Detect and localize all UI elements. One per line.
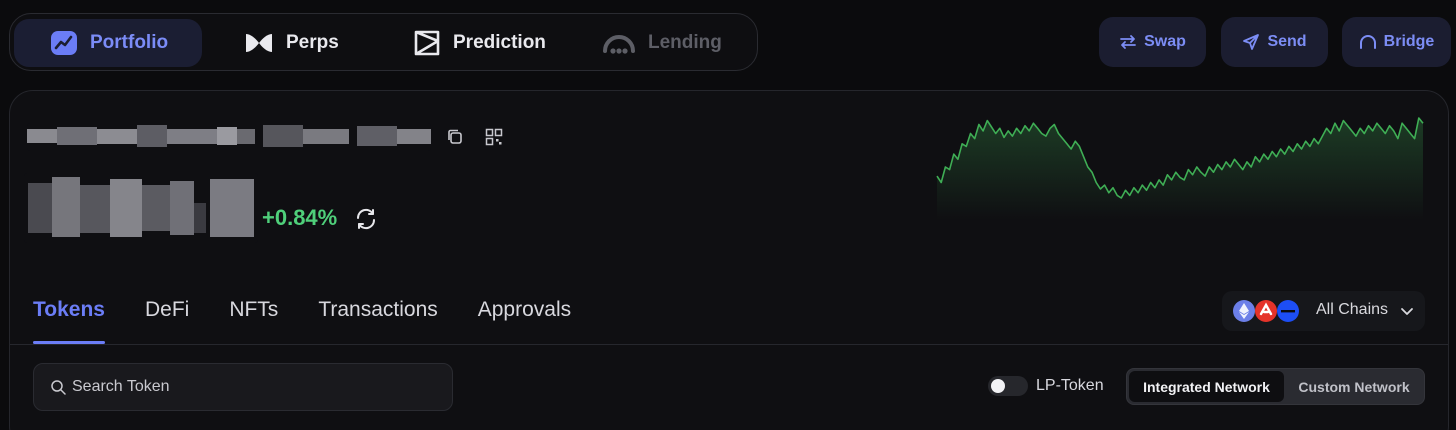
swap-label: Swap bbox=[1144, 33, 1186, 50]
nav-prediction-label: Prediction bbox=[453, 32, 546, 53]
bridge-button[interactable]: Bridge bbox=[1342, 17, 1451, 67]
red-chain-icon bbox=[1255, 300, 1277, 322]
nav-perps[interactable]: Perps bbox=[244, 19, 339, 67]
tab-transactions[interactable]: Transactions bbox=[318, 298, 437, 344]
search-bar[interactable] bbox=[33, 363, 453, 411]
nav-perps-label: Perps bbox=[286, 32, 339, 53]
search-input[interactable] bbox=[72, 378, 432, 396]
ethereum-icon bbox=[1233, 300, 1255, 322]
refresh-icon[interactable] bbox=[354, 207, 378, 231]
chain-selector[interactable]: All Chains bbox=[1222, 291, 1425, 331]
balance-redacted bbox=[24, 173, 258, 243]
butterfly-logo-icon bbox=[246, 34, 272, 52]
chevron-down-icon bbox=[1401, 308, 1413, 315]
tab-tokens[interactable]: Tokens bbox=[33, 298, 105, 344]
nav-lending-label: Lending bbox=[648, 32, 722, 53]
bridge-icon bbox=[1359, 35, 1376, 49]
wallet-address-redacted bbox=[27, 123, 431, 151]
nav-prediction[interactable]: Prediction bbox=[413, 19, 546, 67]
tabs-divider bbox=[10, 344, 1448, 345]
nav-portfolio[interactable]: Portfolio bbox=[14, 19, 202, 67]
swap-button[interactable]: Swap bbox=[1099, 17, 1206, 67]
nav-lending[interactable]: Lending bbox=[602, 19, 722, 67]
tab-approvals[interactable]: Approvals bbox=[478, 298, 571, 344]
portfolio-tabs: Tokens DeFi NFTs Transactions Approvals bbox=[33, 298, 611, 344]
copy-icon[interactable] bbox=[446, 128, 464, 146]
prediction-logo-icon bbox=[414, 30, 440, 56]
integrated-network-option[interactable]: Integrated Network bbox=[1129, 371, 1284, 402]
send-button[interactable]: Send bbox=[1221, 17, 1328, 67]
portfolio-change-percent: +0.84% bbox=[262, 205, 338, 230]
network-segmented-control: Integrated Network Custom Network bbox=[1126, 368, 1425, 405]
tab-defi[interactable]: DeFi bbox=[145, 298, 189, 344]
swap-arrows-icon bbox=[1120, 35, 1136, 49]
qr-code-icon[interactable] bbox=[485, 128, 503, 146]
search-icon bbox=[51, 380, 66, 395]
custom-network-option[interactable]: Custom Network bbox=[1285, 371, 1423, 402]
top-nav: Portfolio Perps Prediction Lending bbox=[9, 13, 758, 71]
lp-token-label: LP-Token bbox=[1036, 377, 1104, 394]
send-plane-icon bbox=[1243, 34, 1260, 50]
chart-square-icon bbox=[51, 31, 77, 55]
blue-chain-icon bbox=[1277, 300, 1299, 322]
bridge-label: Bridge bbox=[1383, 33, 1435, 50]
chain-selector-label: All Chains bbox=[1316, 301, 1389, 318]
nav-portfolio-label: Portfolio bbox=[90, 32, 169, 53]
tab-nfts[interactable]: NFTs bbox=[229, 298, 278, 344]
send-label: Send bbox=[1267, 33, 1307, 50]
lending-logo-icon bbox=[603, 35, 635, 54]
toggle-knob bbox=[991, 379, 1005, 393]
lp-token-toggle[interactable] bbox=[988, 376, 1028, 396]
portfolio-sparkline-chart bbox=[936, 117, 1424, 220]
